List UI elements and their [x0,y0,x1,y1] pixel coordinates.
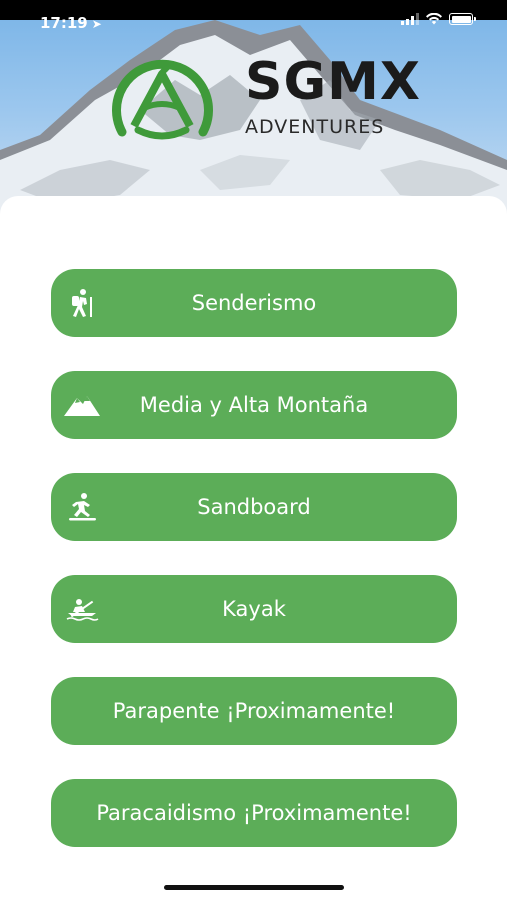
brand-logo: SGMX ADVENTURES [100,44,420,149]
kayak-button[interactable]: Kayak [51,575,457,643]
logo-emblem-icon [112,59,213,140]
brand-tagline: ADVENTURES [245,116,385,138]
sandboard-icon [63,488,101,526]
status-time: 17:19 ➤ [40,14,102,32]
senderismo-button[interactable]: Senderismo [51,269,457,337]
home-indicator[interactable] [164,885,344,890]
media-alta-montana-button[interactable]: Media y Alta Montaña [51,371,457,439]
location-arrow-icon: ➤ [91,17,102,31]
sandboard-label: Sandboard [197,495,311,519]
signal-icon [401,13,419,25]
battery-icon [449,13,476,25]
kayak-label: Kayak [222,597,286,621]
mountain-icon [63,386,101,424]
brand-name: SGMX [245,52,421,112]
status-bar: 17:19 ➤ [0,0,507,40]
menu-panel: Senderismo Media y Alta Montaña Sandboar… [0,196,507,900]
hiker-icon [63,284,101,322]
parapente-label: Parapente ¡Proximamente! [112,699,396,723]
kayak-icon [63,590,101,628]
wifi-icon [426,13,442,25]
parapente-button[interactable]: Parapente ¡Proximamente! [51,677,457,745]
media-alta-montana-label: Media y Alta Montaña [139,393,369,417]
paracaidismo-button[interactable]: Paracaidismo ¡Proximamente! [51,779,457,847]
senderismo-label: Senderismo [191,291,317,315]
sandboard-button[interactable]: Sandboard [51,473,457,541]
paracaidismo-label: Paracaidismo ¡Proximamente! [96,801,412,825]
